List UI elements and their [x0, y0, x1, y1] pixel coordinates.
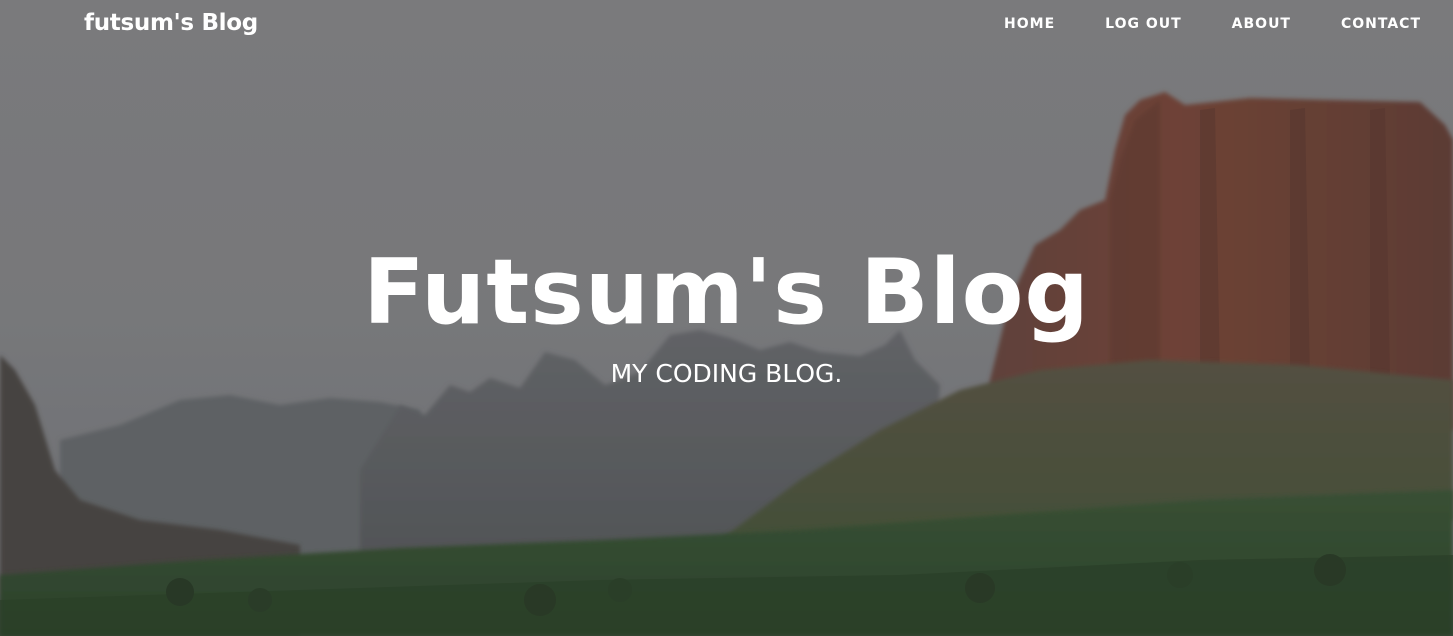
main-nav: futsum's Blog HOME LOG OUT ABOUT CONTACT	[0, 0, 1453, 46]
nav-item-logout: LOG OUT	[1105, 13, 1182, 33]
site-heading: Futsum's Blog MY CODING BLOG.	[0, 240, 1453, 390]
nav-item-home: HOME	[1004, 13, 1055, 33]
nav-item-about: ABOUT	[1232, 13, 1291, 33]
nav-link-contact[interactable]: CONTACT	[1341, 16, 1421, 32]
navbar-brand-link[interactable]: futsum's Blog	[84, 8, 258, 38]
page-subtitle: MY CODING BLOG.	[610, 359, 843, 388]
page-title: Futsum's Blog	[363, 240, 1090, 345]
nav-item-contact: CONTACT	[1341, 13, 1421, 33]
nav-link-about[interactable]: ABOUT	[1232, 16, 1291, 32]
masthead: futsum's Blog HOME LOG OUT ABOUT CONTACT…	[0, 0, 1453, 636]
nav-link-logout[interactable]: LOG OUT	[1105, 16, 1182, 32]
nav-link-home[interactable]: HOME	[1004, 16, 1055, 32]
nav-links: HOME LOG OUT ABOUT CONTACT	[954, 13, 1421, 33]
